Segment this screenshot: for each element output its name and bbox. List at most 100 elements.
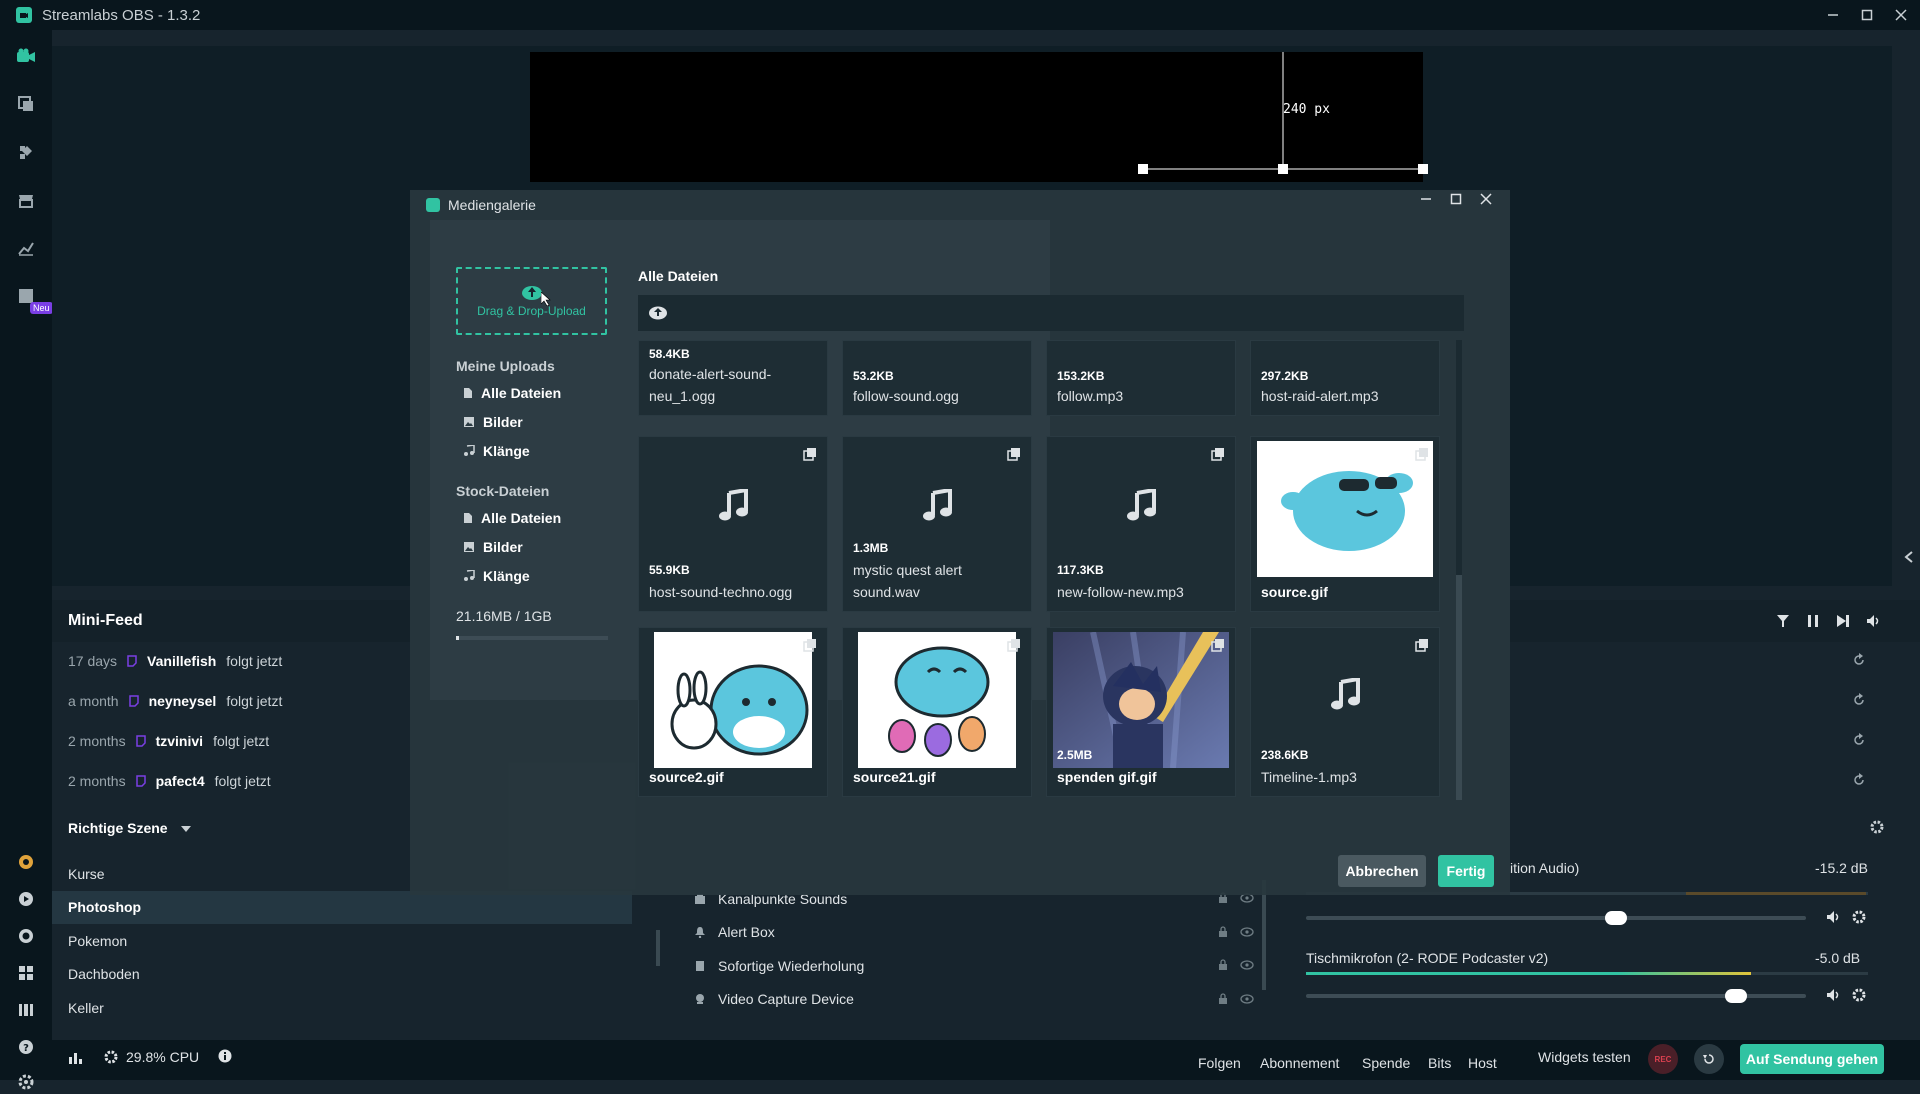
chevron-down-icon[interactable] — [181, 826, 192, 833]
copy-url-icon[interactable] — [803, 447, 817, 461]
media-item[interactable]: 53.2KB follow-sound.ogg — [842, 340, 1032, 416]
layout-icon[interactable] — [14, 961, 38, 985]
filter-icon[interactable] — [1776, 614, 1790, 628]
lock-icon[interactable] — [1218, 992, 1228, 1005]
media-item[interactable]: 297.2KB host-raid-alert.mp3 — [1250, 340, 1440, 416]
copy-url-icon[interactable] — [1415, 447, 1429, 461]
source-item[interactable]: Sofortige Wiederholung — [694, 949, 1254, 982]
my-uploads-filter-2[interactable]: Klänge — [463, 443, 530, 459]
visibility-eye-icon[interactable] — [1240, 960, 1254, 970]
skip-icon[interactable] — [1836, 614, 1850, 628]
lock-icon[interactable] — [1218, 959, 1228, 971]
test-link-host[interactable]: Host — [1468, 1055, 1497, 1071]
media-item[interactable]: source.gif — [1250, 436, 1440, 612]
test-link-spende[interactable]: Spende — [1362, 1055, 1410, 1071]
pause-icon[interactable] — [1806, 614, 1820, 628]
scene-item[interactable]: Keller — [52, 991, 632, 1024]
media-item[interactable]: source21.gif — [842, 627, 1032, 797]
app-store-icon[interactable] — [14, 140, 38, 164]
upload-icon[interactable] — [648, 304, 668, 320]
media-item[interactable]: 153.2KB follow.mp3 — [1046, 340, 1236, 416]
media-play-icon[interactable] — [14, 887, 38, 911]
minimize-icon[interactable] — [1826, 8, 1840, 22]
media-item[interactable]: 117.3KB new-follow-new.mp3 — [1046, 436, 1236, 612]
info-icon[interactable] — [218, 1049, 232, 1063]
media-item[interactable]: 238.6KB Timeline-1.mp3 — [1250, 627, 1440, 797]
replay-buffer-icon[interactable] — [1694, 1044, 1724, 1074]
copy-url-icon[interactable] — [1007, 638, 1021, 652]
resize-handle[interactable] — [1278, 164, 1288, 174]
test-link-folgen[interactable]: Folgen — [1198, 1055, 1241, 1071]
maximize-icon[interactable] — [1860, 8, 1874, 22]
copy-url-icon[interactable] — [1007, 447, 1021, 461]
stock-filter-2[interactable]: Klänge — [463, 568, 530, 584]
chat-icon[interactable] — [14, 924, 38, 948]
scene-item[interactable]: Pokemon — [52, 924, 632, 957]
maximize-icon[interactable] — [1450, 193, 1462, 205]
my-uploads-filter-0[interactable]: Alle Dateien — [463, 385, 561, 401]
stock-filter-1[interactable]: Bilder — [463, 539, 523, 555]
close-icon[interactable] — [1480, 193, 1492, 205]
copy-url-icon[interactable] — [1211, 447, 1225, 461]
source-item[interactable]: Alert Box — [694, 916, 1254, 949]
replay-alert-icon[interactable] — [1852, 653, 1866, 667]
settings-gear-icon[interactable] — [14, 1070, 38, 1094]
themes-icon[interactable] — [14, 92, 38, 116]
drag-drop-upload-zone[interactable]: Drag & Drop-Upload — [456, 267, 607, 335]
my-uploads-filter-1[interactable]: Bilder — [463, 414, 523, 430]
merch-store-icon[interactable] — [14, 188, 38, 212]
close-icon[interactable] — [1894, 8, 1908, 22]
stats-chart-icon[interactable] — [68, 1050, 82, 1064]
speaker-icon[interactable] — [1826, 988, 1842, 1002]
scene-item[interactable]: Dachboden — [52, 958, 632, 991]
highlighter-icon[interactable] — [14, 850, 38, 874]
sources-scrollbar[interactable] — [1262, 880, 1266, 990]
media-item[interactable]: 58.4KB donate-alert-sound-neu_1.ogg — [638, 340, 828, 416]
replay-alert-icon[interactable] — [1852, 733, 1866, 747]
scenes-scrollbar[interactable] — [656, 930, 660, 966]
gallery-scroll-thumb[interactable] — [1456, 575, 1462, 800]
mixer-settings-icon[interactable] — [1852, 910, 1866, 924]
stock-filter-0[interactable]: Alle Dateien — [463, 510, 561, 526]
replay-alert-icon[interactable] — [1852, 773, 1866, 787]
studio-icon[interactable] — [14, 44, 38, 68]
record-button[interactable]: REC — [1648, 1044, 1678, 1074]
go-live-button[interactable]: Auf Sendung gehen — [1740, 1044, 1884, 1074]
media-item[interactable]: 55.9KB host-sound-techno.ogg — [638, 436, 828, 612]
resize-handle[interactable] — [1138, 164, 1148, 174]
source-item[interactable]: Video Capture Device — [694, 983, 1254, 1016]
cancel-button[interactable]: Abbrechen — [1338, 855, 1426, 887]
scenes-settings-icon[interactable] — [1870, 820, 1884, 834]
done-button[interactable]: Fertig — [1438, 855, 1494, 887]
media-item[interactable]: source2.gif — [638, 627, 828, 797]
minimize-icon[interactable] — [1420, 193, 1432, 205]
test-link-abonnement[interactable]: Abonnement — [1260, 1055, 1339, 1071]
speaker-icon[interactable] — [1826, 910, 1842, 924]
visibility-eye-icon[interactable] — [1240, 993, 1254, 1004]
feed-username[interactable]: Vanillefish — [147, 653, 216, 669]
visibility-eye-icon[interactable] — [1240, 926, 1254, 937]
volume-slider-knob[interactable] — [1605, 911, 1627, 925]
collapse-chevron-icon[interactable] — [1904, 550, 1914, 564]
resize-handle[interactable] — [1418, 164, 1428, 174]
mixer-settings-icon[interactable] — [1852, 988, 1866, 1002]
feed-username[interactable]: tzvinivi — [156, 733, 203, 749]
volume-slider[interactable] — [1306, 916, 1806, 920]
help-icon[interactable]: ? — [14, 1035, 38, 1059]
feed-username[interactable]: neyneysel — [149, 693, 217, 709]
lock-icon[interactable] — [1218, 925, 1228, 938]
volume-slider-knob[interactable] — [1725, 989, 1747, 1003]
copy-url-icon[interactable] — [803, 638, 817, 652]
volume-icon[interactable] — [1866, 614, 1882, 628]
media-item[interactable]: 1.3MB mystic quest alert sound.wav — [842, 436, 1032, 612]
dashboard-chart-icon[interactable] — [14, 236, 38, 260]
scenes-title[interactable]: Richtige Szene — [68, 820, 192, 836]
copy-url-icon[interactable] — [1415, 638, 1429, 652]
columns-icon[interactable] — [14, 998, 38, 1022]
scene-item[interactable]: Photoshop — [52, 890, 632, 924]
feed-username[interactable]: pafect4 — [156, 773, 205, 789]
replay-alert-icon[interactable] — [1852, 693, 1866, 707]
test-link-bits[interactable]: Bits — [1428, 1055, 1451, 1071]
copy-url-icon[interactable] — [1211, 638, 1225, 652]
media-item[interactable]: 2.5MB spenden gif.gif — [1046, 627, 1236, 797]
